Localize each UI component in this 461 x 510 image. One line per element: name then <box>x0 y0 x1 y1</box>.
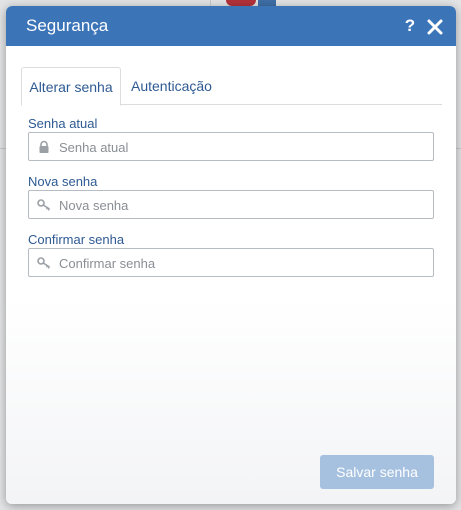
current-password-field[interactable] <box>28 132 434 161</box>
key-icon <box>37 257 50 269</box>
key-icon <box>37 199 50 211</box>
help-button[interactable]: ? <box>403 15 417 37</box>
new-password-field[interactable] <box>28 190 434 219</box>
tab-autenticacao[interactable]: Autenticação <box>131 67 221 105</box>
current-password-label: Senha atual <box>28 116 98 131</box>
tab-bar: Alterar senha Autenticação <box>21 67 442 106</box>
new-password-label: Nova senha <box>28 174 98 189</box>
tab-alterar-senha[interactable]: Alterar senha <box>21 67 121 106</box>
close-icon <box>427 19 443 35</box>
close-button[interactable] <box>426 15 444 37</box>
dialog-header: Segurança ? <box>6 6 456 46</box>
backdrop-divider <box>456 148 461 149</box>
confirm-password-field[interactable] <box>28 248 434 277</box>
security-dialog: Segurança ? Alterar senha Autenticação S… <box>6 6 456 504</box>
new-password-input[interactable] <box>59 195 429 215</box>
save-password-button[interactable]: Salvar senha <box>320 455 434 489</box>
confirm-password-input[interactable] <box>59 253 429 273</box>
current-password-input[interactable] <box>59 137 429 157</box>
lock-icon <box>39 140 49 153</box>
dialog-title: Segurança <box>26 16 109 35</box>
question-icon: ? <box>404 16 416 35</box>
confirm-password-label: Confirmar senha <box>28 232 125 247</box>
